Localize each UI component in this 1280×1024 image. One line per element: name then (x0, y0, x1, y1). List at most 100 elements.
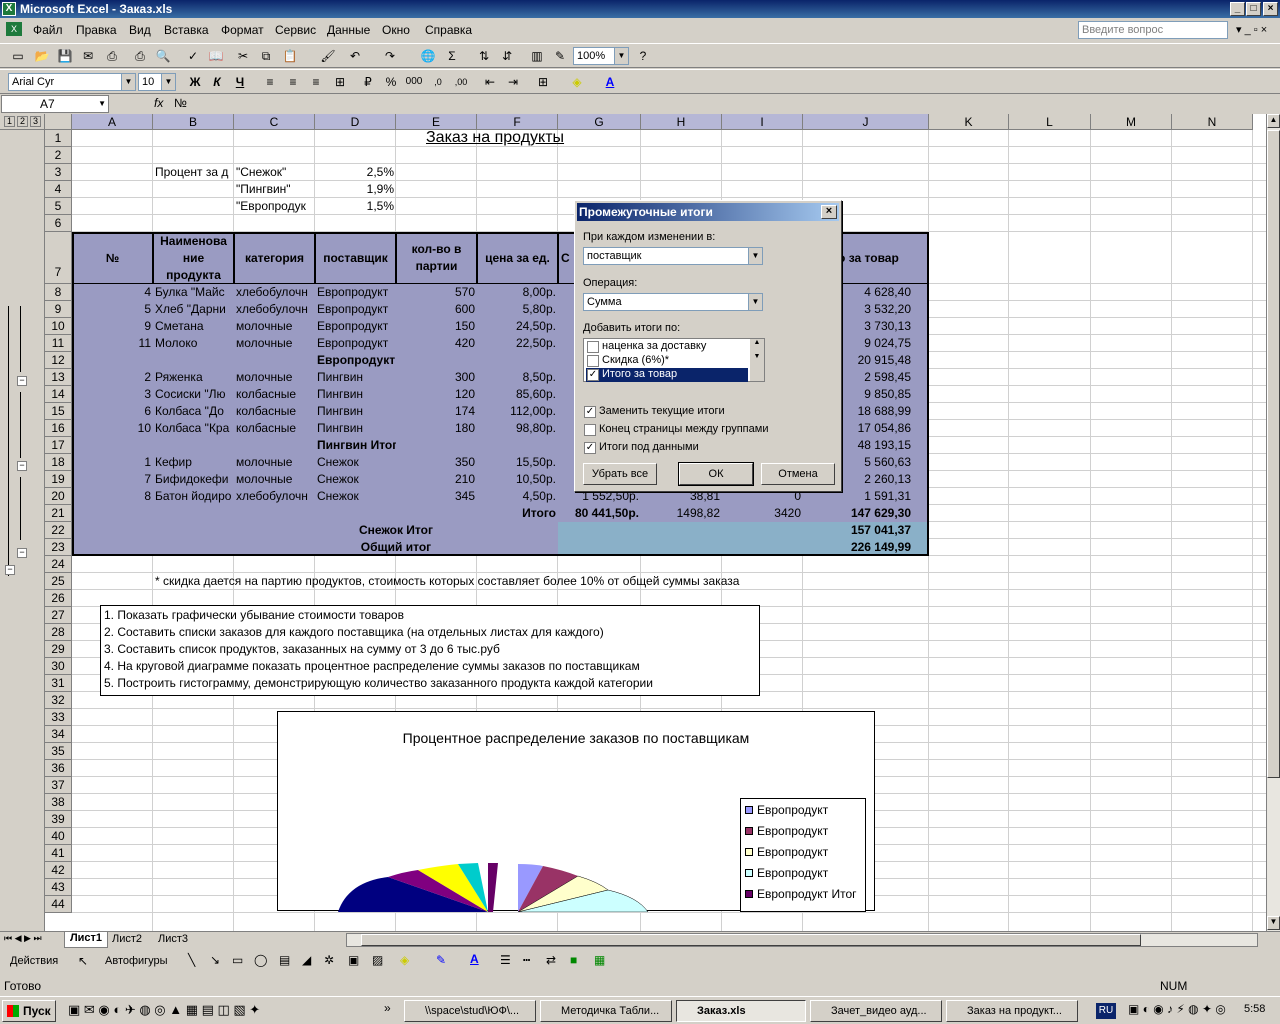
line-icon[interactable]: ╲ (188, 953, 195, 967)
row-header-14[interactable]: 14 (45, 386, 72, 403)
open-icon[interactable]: 📂 (32, 46, 52, 66)
cell-price[interactable]: 15,50р. (477, 454, 558, 471)
bold-button[interactable]: Ж (185, 72, 205, 92)
row-header-44[interactable]: 44 (45, 896, 72, 913)
list-item[interactable]: ✓ Итого за товар (586, 368, 748, 382)
cell-total[interactable]: 147 629,30 (803, 505, 929, 522)
row-header-26[interactable]: 26 (45, 590, 72, 607)
redo-icon[interactable]: ↷ (380, 46, 400, 66)
cell-price[interactable]: 22,50р. (477, 335, 558, 352)
autosum-icon[interactable]: Σ (442, 46, 462, 66)
cell-price[interactable]: 8,00р. (477, 284, 558, 301)
column-header-D[interactable]: D (315, 114, 396, 130)
column-header-C[interactable]: C (234, 114, 315, 130)
cell-name[interactable]: Сметана (153, 318, 234, 335)
row-header-11[interactable]: 11 (45, 335, 72, 352)
column-header-G[interactable]: G (558, 114, 641, 130)
row-header-8[interactable]: 8 (45, 284, 72, 301)
row-header-5[interactable]: 5 (45, 198, 72, 215)
cell-qty[interactable]: 210 (396, 471, 477, 488)
research-icon[interactable]: 📖 (206, 46, 226, 66)
cell[interactable] (396, 505, 477, 522)
align-left-icon[interactable]: ≡ (260, 72, 280, 92)
row-header-16[interactable]: 16 (45, 420, 72, 437)
format-painter-icon[interactable]: 🖌 (318, 46, 338, 66)
ok-button[interactable]: ОК (678, 462, 754, 486)
row-header-27[interactable]: 27 (45, 607, 72, 624)
cancel-button[interactable]: Отмена (761, 463, 835, 485)
cell-name[interactable]: Кефир (153, 454, 234, 471)
clipart-icon[interactable]: ▣ (348, 953, 359, 967)
email-icon[interactable]: ⎙ (102, 46, 122, 66)
cell-qty[interactable]: 350 (396, 454, 477, 471)
cell-price[interactable]: 112,00р. (477, 403, 558, 420)
dash-style-icon[interactable]: ┅ (523, 953, 530, 967)
row-header-3[interactable]: 3 (45, 164, 72, 181)
table-header[interactable]: кол-во в партии (396, 232, 477, 284)
font-color-icon[interactable]: A (600, 72, 620, 92)
row-header-38[interactable]: 38 (45, 794, 72, 811)
name-box[interactable]: A7 ▼ (1, 95, 109, 113)
row-header-31[interactable]: 31 (45, 675, 72, 692)
cell-total[interactable]: 157 041,37 (803, 522, 929, 539)
menu-data[interactable]: Данные (327, 23, 370, 37)
row-header-34[interactable]: 34 (45, 726, 72, 743)
oval-icon[interactable]: ◯ (254, 953, 267, 967)
row-header-24[interactable]: 24 (45, 556, 72, 573)
row-header-13[interactable]: 13 (45, 369, 72, 386)
close-button[interactable]: × (1263, 2, 1278, 16)
cell-supplier[interactable]: Пингвин (315, 420, 396, 437)
save-icon[interactable]: 💾 (55, 46, 75, 66)
cell-price[interactable] (477, 352, 558, 369)
cell-name[interactable]: Ряженка (153, 369, 234, 386)
cell-price[interactable]: 8,50р. (477, 369, 558, 386)
currency-icon[interactable]: ₽ (358, 72, 378, 92)
vertical-scroll-thumb[interactable] (1267, 130, 1280, 778)
borders-icon[interactable]: ⊞ (533, 72, 553, 92)
fx-icon[interactable]: fx (154, 96, 163, 110)
cell-qty[interactable] (396, 352, 477, 369)
autoshapes-menu[interactable]: Автофигуры (105, 955, 168, 967)
row-header-41[interactable]: 41 (45, 845, 72, 862)
align-right-icon[interactable]: ≡ (306, 72, 326, 92)
column-header-M[interactable]: M (1091, 114, 1172, 130)
percent-icon[interactable]: % (381, 72, 401, 92)
column-header-L[interactable]: L (1009, 114, 1091, 130)
cell-qty[interactable]: 600 (396, 301, 477, 318)
help-search-input[interactable]: Введите вопрос (1078, 21, 1228, 39)
cell-category[interactable]: колбасные (234, 386, 315, 403)
cell-g[interactable]: 80 441,50р. (558, 505, 641, 522)
row-header-21[interactable]: 21 (45, 505, 72, 522)
increase-decimal-icon[interactable]: ,0 (428, 72, 448, 92)
cell-qty[interactable]: 174 (396, 403, 477, 420)
column-header-H[interactable]: H (641, 114, 722, 130)
horizontal-scrollbar[interactable] (346, 933, 1258, 947)
outline-level-1-button[interactable]: 1 (4, 116, 15, 127)
drawing-icon[interactable]: ✎ (550, 46, 570, 66)
cell[interactable] (153, 505, 234, 522)
row-header-35[interactable]: 35 (45, 743, 72, 760)
cell-category[interactable] (234, 352, 315, 369)
cell[interactable] (558, 522, 803, 539)
tab-sheet1[interactable]: Лист1 (64, 932, 108, 948)
below-checkbox[interactable]: ✓ (584, 442, 596, 454)
cell[interactable] (72, 505, 153, 522)
column-header-J[interactable]: J (803, 114, 929, 130)
decrease-indent-icon[interactable]: ⇤ (480, 72, 500, 92)
cell[interactable] (72, 539, 153, 556)
cell-name[interactable]: Сосиски "Лю (153, 386, 234, 403)
cell-price[interactable]: 5,80р. (477, 301, 558, 318)
row-header-28[interactable]: 28 (45, 624, 72, 641)
cell-name[interactable] (153, 352, 234, 369)
task-folder[interactable]: \\space\stud\ЮФ\... (404, 1000, 536, 1022)
column-header-K[interactable]: K (929, 114, 1009, 130)
wordart-icon[interactable]: ◢ (302, 953, 311, 967)
cell-supplier[interactable]: Пингвин (315, 403, 396, 420)
cell-supplier[interactable]: Европродукт Итог (315, 352, 425, 369)
print-icon[interactable]: ⎙ (130, 46, 150, 66)
cell-category[interactable]: молочные (234, 369, 315, 386)
cell-price[interactable]: 98,80р. (477, 420, 558, 437)
row-header-15[interactable]: 15 (45, 403, 72, 420)
cell-num[interactable]: 11 (72, 335, 153, 352)
cell[interactable] (558, 539, 803, 556)
